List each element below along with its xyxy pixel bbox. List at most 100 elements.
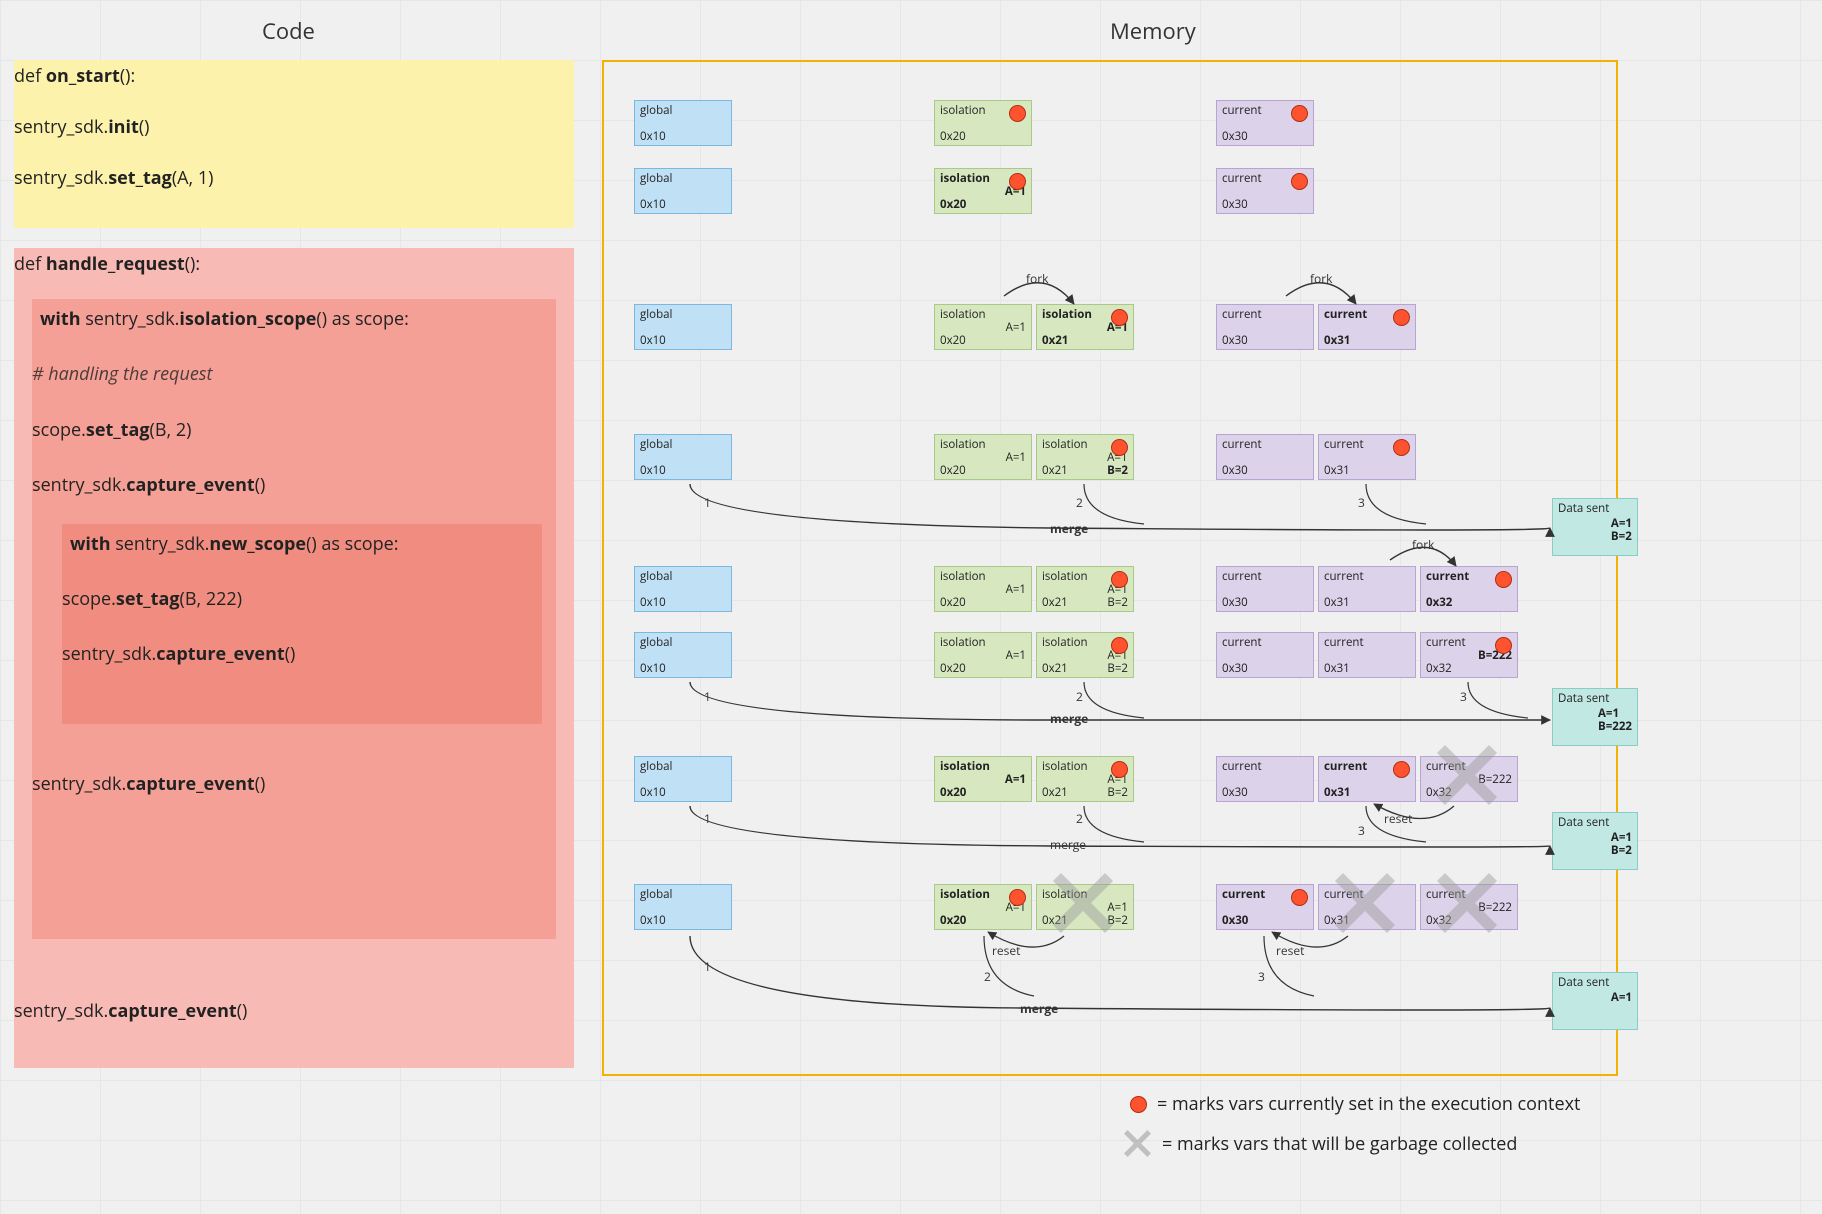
active-dot-icon: [1111, 439, 1128, 456]
fork-label: fork: [1024, 270, 1050, 287]
mem-isolation: isolation 0x20 A=1: [934, 434, 1032, 480]
mem-current: current 0x31: [1318, 756, 1416, 802]
data-sent-box: Data sent A=1: [1552, 972, 1638, 1030]
mem-current: current 0x30: [1216, 304, 1314, 350]
reset-label: reset: [990, 942, 1022, 959]
data-sent-box: Data sent A=1 B=2: [1552, 812, 1638, 870]
merge-num: 1: [702, 958, 713, 975]
merge-label: merge: [1018, 1000, 1060, 1017]
diagram-root: Code Memory def def on_start():on_start(…: [0, 0, 1822, 1214]
mem-global: global 0x10: [634, 756, 732, 802]
active-dot-icon: [1130, 1096, 1147, 1113]
mem-global: global 0x10: [634, 304, 732, 350]
active-dot-icon: [1009, 889, 1026, 906]
legend-gc: = marks vars that will be garbage collec…: [1124, 1130, 1517, 1158]
legend-active: = marks vars currently set in the execut…: [1130, 1092, 1580, 1116]
mem-global: global 0x10: [634, 100, 732, 146]
mem-current-fork: current 0x31: [1318, 304, 1416, 350]
mem-current: current 0x31: [1318, 632, 1416, 678]
code-line: scope.set_tag(B, 222): [62, 583, 542, 616]
gc-icon: [1124, 1130, 1152, 1158]
mem-current: current 0x30: [1216, 168, 1314, 214]
mem-current-gc: current 0x32 B=222: [1420, 884, 1518, 930]
active-dot-icon: [1393, 761, 1410, 778]
code-line: sentry_sdk.capture_event(): [32, 768, 556, 801]
mem-isolation: isolation 0x20 A=1: [934, 884, 1032, 930]
mem-current: current 0x30: [1216, 566, 1314, 612]
mem-current: current 0x30: [1216, 632, 1314, 678]
merge-label: merge: [1048, 836, 1088, 853]
merge-num: 2: [1074, 810, 1085, 827]
code-line: sentry_sdk.capture_event(): [62, 638, 542, 671]
merge-num: 3: [1356, 822, 1367, 839]
code-block-on-start: def def on_start():on_start(): sentry_sd…: [14, 60, 574, 228]
mem-current: current 0x30: [1216, 100, 1314, 146]
active-dot-icon: [1291, 889, 1308, 906]
code-line: sentry_sdk.capture_event(): [32, 469, 556, 502]
active-dot-icon: [1009, 173, 1026, 190]
reset-label: reset: [1274, 942, 1306, 959]
mem-current: current 0x30: [1216, 434, 1314, 480]
active-dot-icon: [1291, 173, 1308, 190]
mem-isolation: isolation 0x20 A=1: [934, 756, 1032, 802]
mem-isolation: isolation 0x21 A=1 B=2: [1036, 632, 1134, 678]
merge-num: 1: [702, 494, 713, 511]
fork-label: fork: [1308, 270, 1334, 287]
mem-isolation: isolation 0x20 A=1: [934, 566, 1032, 612]
mem-current: current 0x31: [1318, 434, 1416, 480]
merge-label: merge: [1048, 710, 1090, 727]
code-block-handle-request: def handle_request(): with sentry_sdk.is…: [14, 248, 574, 1068]
mem-isolation: isolation 0x20 A=1: [934, 304, 1032, 350]
mem-isolation-fork: isolation 0x21 A=1: [1036, 304, 1134, 350]
code-block-new-scope: with sentry_sdk.new_scope() as scope: sc…: [62, 524, 542, 724]
code-line: def def on_start():on_start():: [14, 60, 574, 93]
code-column-title: Code: [262, 16, 315, 46]
mem-global: global 0x10: [634, 434, 732, 480]
merge-num: 2: [982, 968, 993, 985]
legend-text: = marks vars that will be garbage collec…: [1162, 1132, 1517, 1156]
mem-global: global 0x10: [634, 632, 732, 678]
active-dot-icon: [1111, 309, 1128, 326]
merge-num: 1: [702, 810, 713, 827]
mem-global: global 0x10: [634, 566, 732, 612]
active-dot-icon: [1495, 571, 1512, 588]
legend-text: = marks vars currently set in the execut…: [1157, 1092, 1580, 1116]
mem-current-fork: current 0x32: [1420, 566, 1518, 612]
merge-num: 2: [1074, 494, 1085, 511]
merge-num: 3: [1458, 688, 1469, 705]
data-sent-box: Data sent A=1 B=2: [1552, 498, 1638, 556]
merge-num: 3: [1256, 968, 1267, 985]
mem-current: current 0x31: [1318, 566, 1416, 612]
code-line: def handle_request():: [14, 248, 574, 281]
mem-isolation: isolation 0x21 A=1 B=2: [1036, 566, 1134, 612]
mem-isolation: isolation 0x20: [934, 100, 1032, 146]
active-dot-icon: [1111, 571, 1128, 588]
merge-label: merge: [1048, 520, 1090, 537]
mem-current-gc: current 0x32 B=222: [1420, 756, 1518, 802]
merge-num: 1: [702, 688, 713, 705]
mem-isolation-gc: isolation 0x21 A=1 B=2: [1036, 884, 1134, 930]
reset-label: reset: [1382, 810, 1414, 827]
active-dot-icon: [1009, 105, 1026, 122]
active-dot-icon: [1111, 761, 1128, 778]
memory-column-title: Memory: [1110, 16, 1196, 46]
active-dot-icon: [1495, 637, 1512, 654]
code-block-isolation-scope: with sentry_sdk.isolation_scope() as sco…: [32, 299, 556, 939]
mem-global: global 0x10: [634, 884, 732, 930]
code-line: scope.set_tag(B, 2): [32, 414, 556, 447]
mem-global: global 0x10: [634, 168, 732, 214]
merge-num: 2: [1074, 688, 1085, 705]
mem-isolation: isolation 0x20 A=1: [934, 168, 1032, 214]
active-dot-icon: [1111, 637, 1128, 654]
code-line: with sentry_sdk.isolation_scope() as sco…: [32, 299, 556, 336]
active-dot-icon: [1393, 439, 1410, 456]
mem-isolation: isolation 0x21 A=1 B=2: [1036, 756, 1134, 802]
code-line: sentry_sdk.init(): [14, 111, 574, 144]
code-line: sentry_sdk.capture_event(): [14, 995, 574, 1028]
code-line: sentry_sdk.set_tag(A, 1): [14, 162, 574, 195]
mem-current-gc: current 0x31: [1318, 884, 1416, 930]
active-dot-icon: [1393, 309, 1410, 326]
merge-num: 3: [1356, 494, 1367, 511]
mem-current: current 0x30: [1216, 884, 1314, 930]
mem-current: current 0x32 B=222: [1420, 632, 1518, 678]
